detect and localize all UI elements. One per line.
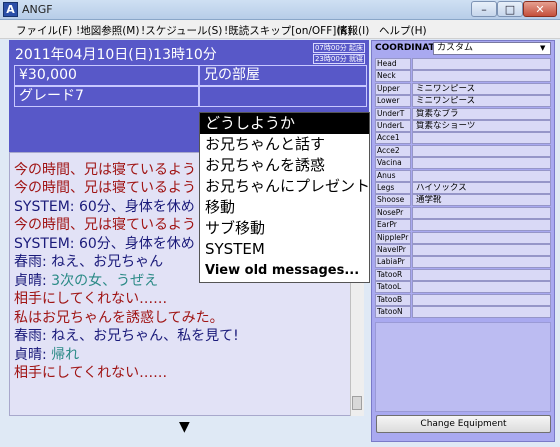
close-button[interactable]: ✕ bbox=[523, 1, 557, 17]
command-system[interactable]: SYSTEM bbox=[200, 239, 369, 260]
log-line: SYSTEM: 60分、身体を休め bbox=[14, 236, 195, 252]
slot-value[interactable] bbox=[412, 207, 551, 219]
slot-value[interactable] bbox=[412, 232, 551, 244]
slot-label: Acce2 bbox=[375, 145, 411, 157]
log-line: 今の時間、兄は寝ているよう bbox=[14, 180, 196, 196]
equipment-empty-area bbox=[375, 322, 551, 412]
slot-label: Neck bbox=[375, 70, 411, 82]
minimize-button[interactable]: – bbox=[471, 1, 497, 17]
window-title: ANGF bbox=[22, 3, 53, 16]
slot-value[interactable]: 質素なブラ bbox=[412, 108, 551, 120]
slot-value[interactable] bbox=[412, 145, 551, 157]
menu-info[interactable]: 情報(I) bbox=[337, 23, 369, 38]
menu-skip[interactable]: !既読スキップ[on/OFF](K) bbox=[224, 23, 351, 38]
command-old-messages[interactable]: View old messages... bbox=[200, 260, 369, 281]
command-menu: どうしようか お兄ちゃんと話す お兄ちゃんを誘惑 お兄ちゃんにプレゼント 移動 … bbox=[199, 112, 370, 283]
grade-display: グレード7 bbox=[14, 86, 199, 107]
log-line: 貞晴: 帰れ bbox=[14, 346, 79, 364]
slot-label: NipplePr bbox=[375, 232, 411, 244]
slot-value[interactable] bbox=[412, 170, 551, 182]
log-line: 私はお兄ちゃんを誘惑してみた。 bbox=[14, 310, 224, 326]
slot-label: Lower bbox=[375, 95, 411, 107]
slot-label: TatooR bbox=[375, 269, 411, 281]
money-display: ¥30,000 bbox=[14, 65, 199, 86]
slot-label: TatooB bbox=[375, 294, 411, 306]
slot-value[interactable] bbox=[412, 306, 551, 318]
log-line: 春雨: ねえ、お兄ちゃん bbox=[14, 254, 164, 270]
slot-label: TatooN bbox=[375, 306, 411, 318]
slot-label: Upper bbox=[375, 83, 411, 95]
scroll-thumb[interactable] bbox=[352, 396, 362, 410]
log-line: 今の時間、兄は寝ているよう bbox=[14, 162, 196, 178]
command-seduce[interactable]: お兄ちゃんを誘惑 bbox=[200, 155, 369, 176]
maximize-button[interactable]: □ bbox=[497, 1, 523, 17]
slot-value[interactable]: ハイソックス bbox=[412, 182, 551, 194]
empty-status-cell bbox=[199, 86, 367, 107]
log-text: 3次の女、うぜえ bbox=[51, 273, 159, 289]
slot-value[interactable] bbox=[412, 269, 551, 281]
slot-label: Vacina bbox=[375, 157, 411, 169]
more-down-arrow-icon[interactable]: ▼ bbox=[179, 419, 190, 435]
log-line: 今の時間、兄は寝ているよう bbox=[14, 217, 196, 233]
slot-label: Anus bbox=[375, 170, 411, 182]
sleep-time-badge: 23時00分 就寝 bbox=[313, 54, 365, 64]
slot-label: TatooL bbox=[375, 281, 411, 293]
wake-time-badge: 07時00分 起床 bbox=[313, 43, 365, 53]
log-speaker: 貞晴: bbox=[14, 273, 52, 289]
menu-help[interactable]: ヘルプ(H) bbox=[379, 23, 427, 38]
slot-value[interactable] bbox=[412, 157, 551, 169]
menu-schedule[interactable]: !スケジュール(S) bbox=[141, 23, 222, 38]
slot-label: LabiaPr bbox=[375, 256, 411, 268]
slot-value[interactable] bbox=[412, 219, 551, 231]
slot-label: NavelPr bbox=[375, 244, 411, 256]
log-line: 相手にしてくれない…… bbox=[14, 365, 168, 381]
log-line: 貞晴: 3次の女、うぜえ bbox=[14, 272, 158, 290]
log-text: 帰れ bbox=[51, 347, 80, 363]
slot-label: EarPr bbox=[375, 219, 411, 231]
slot-label: Shoose bbox=[375, 194, 411, 206]
slot-value[interactable] bbox=[412, 244, 551, 256]
slot-label: Acce1 bbox=[375, 132, 411, 144]
command-sub-move[interactable]: サブ移動 bbox=[200, 218, 369, 239]
log-line: 春雨: ねえ、お兄ちゃん、私を見て! bbox=[14, 328, 239, 344]
slot-label: UnderT bbox=[375, 108, 411, 120]
change-equipment-button[interactable]: Change Equipment bbox=[376, 415, 551, 433]
slot-value[interactable]: ミニワンピース bbox=[412, 95, 551, 107]
menu-map[interactable]: !地図参照(M) bbox=[76, 23, 139, 38]
slot-value[interactable] bbox=[412, 132, 551, 144]
location-display: 兄の部屋 bbox=[199, 65, 367, 86]
slot-value[interactable] bbox=[412, 294, 551, 306]
slot-value[interactable]: 通学靴 bbox=[412, 194, 551, 206]
slot-value[interactable] bbox=[412, 70, 551, 82]
log-line: SYSTEM: 60分、身体を休め bbox=[14, 199, 195, 215]
slot-value[interactable] bbox=[412, 58, 551, 70]
slot-value[interactable]: ミニワンピース bbox=[412, 83, 551, 95]
command-present[interactable]: お兄ちゃんにプレゼント bbox=[200, 176, 370, 197]
command-prompt[interactable]: どうしようか bbox=[200, 113, 369, 134]
app-icon: A bbox=[3, 2, 18, 17]
menu-bar: ファイル(F) !地図参照(M) !スケジュール(S) !既読スキップ[on/O… bbox=[0, 20, 560, 39]
command-talk[interactable]: お兄ちゃんと話す bbox=[200, 134, 369, 155]
slot-label: Legs bbox=[375, 182, 411, 194]
slot-value[interactable]: 質素なショーツ bbox=[412, 120, 551, 132]
log-line: 相手にしてくれない…… bbox=[14, 291, 168, 307]
date-time: 2011年04月10日(日)13時10分 bbox=[15, 47, 217, 63]
slot-label: UnderL bbox=[375, 120, 411, 132]
slot-label: NosePr bbox=[375, 207, 411, 219]
slot-value[interactable] bbox=[412, 281, 551, 293]
log-speaker: 貞晴: bbox=[14, 347, 52, 363]
chevron-down-icon[interactable]: ▼ bbox=[540, 44, 545, 52]
slot-value[interactable] bbox=[412, 256, 551, 268]
coordinate-select[interactable]: カスタム bbox=[433, 42, 551, 55]
command-move[interactable]: 移動 bbox=[200, 197, 369, 218]
slot-label: Head bbox=[375, 58, 411, 70]
menu-file[interactable]: ファイル(F) bbox=[16, 23, 72, 38]
